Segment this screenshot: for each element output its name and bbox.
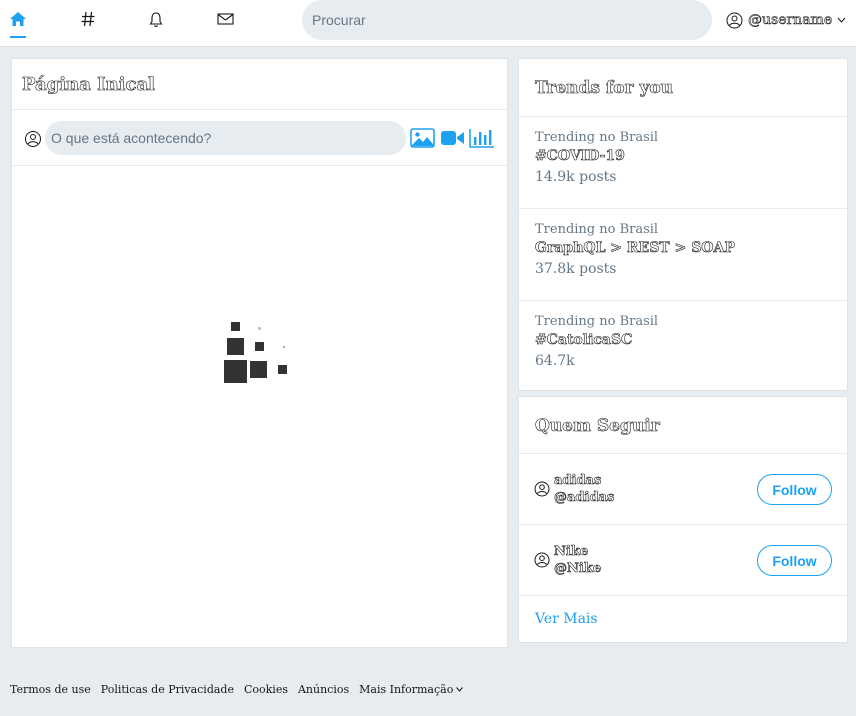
footer-more-info-label: Mais Informação	[359, 683, 454, 696]
follow-user-names: adidas @adidas	[554, 472, 615, 506]
follow-user-name[interactable]: adidas	[554, 472, 614, 489]
follow-button[interactable]: Follow	[757, 474, 832, 505]
footer-link-privacy[interactable]: Politicas de Privacidade	[101, 683, 234, 696]
footer-link-ads[interactable]: Anúncios	[298, 683, 349, 696]
trends-card: Trends for you Trending no Brasil #COVID…	[518, 58, 848, 391]
user-avatar-icon	[726, 12, 743, 28]
username-label: @username	[748, 12, 833, 29]
trends-header: Trends for you	[519, 59, 847, 117]
poll-icon[interactable]	[469, 127, 495, 149]
trend-context: Trending no Brasil	[535, 130, 659, 145]
user-avatar-icon	[25, 131, 41, 147]
image-icon[interactable]	[410, 127, 435, 149]
who-to-follow-card: Quem Seguir adidas @adidas Follow Nike @…	[518, 396, 848, 643]
timeline-card: Página Inical	[11, 58, 508, 648]
follow-user-names: Nike @Nike	[554, 543, 602, 577]
page-title: Página Inical	[22, 73, 156, 95]
home-icon[interactable]	[8, 9, 28, 38]
trends-title: Trends for you	[535, 78, 674, 99]
follow-user-handle[interactable]: @Nike	[554, 560, 602, 577]
footer-link-terms[interactable]: Termos de use	[10, 683, 91, 696]
compose-input[interactable]	[45, 121, 406, 155]
follow-user-name[interactable]: Nike	[554, 543, 601, 560]
video-icon[interactable]	[440, 127, 465, 149]
trend-count: 14.9k posts	[535, 169, 617, 185]
who-to-follow-title: Quem Seguir	[535, 416, 660, 437]
user-avatar-icon	[534, 552, 550, 568]
follow-user-handle[interactable]: @adidas	[554, 489, 615, 506]
bell-icon[interactable]	[146, 9, 166, 29]
follow-button[interactable]: Follow	[757, 545, 832, 576]
who-to-follow-header: Quem Seguir	[519, 397, 847, 454]
footer: Termos de use Politicas de Privacidade C…	[10, 683, 464, 696]
timeline-header: Página Inical	[12, 59, 507, 110]
trend-item[interactable]: Trending no Brasil GraphQL > REST > SOAP…	[519, 209, 847, 301]
trend-count: 64.7k	[535, 353, 575, 369]
chevron-down-icon	[456, 687, 464, 692]
compose-box	[12, 110, 507, 166]
trend-item[interactable]: Trending no Brasil #COVID-19 14.9k posts	[519, 117, 847, 209]
footer-more-info[interactable]: Mais Informação	[359, 683, 464, 696]
user-avatar-icon	[534, 481, 550, 497]
follow-suggestion: Nike @Nike Follow	[519, 525, 847, 596]
search-input[interactable]	[302, 0, 712, 40]
see-more-link[interactable]: Ver Mais	[535, 611, 598, 627]
footer-link-cookies[interactable]: Cookies	[244, 683, 288, 696]
hashtag-icon[interactable]	[78, 9, 98, 29]
trend-item[interactable]: Trending no Brasil #CatolicaSC 64.7k	[519, 301, 847, 393]
trend-name: GraphQL > REST > SOAP	[535, 240, 736, 257]
trend-context: Trending no Brasil	[535, 222, 659, 237]
mail-icon[interactable]	[215, 9, 235, 29]
user-menu[interactable]: @username	[726, 10, 846, 30]
trend-name: #COVID-19	[535, 148, 626, 165]
chevron-down-icon	[837, 17, 846, 23]
trend-count: 37.8k posts	[535, 261, 617, 277]
trend-context: Trending no Brasil	[535, 314, 659, 329]
follow-suggestion: adidas @adidas Follow	[519, 454, 847, 525]
loading-spinner	[224, 322, 294, 387]
trend-name: #CatolicaSC	[535, 332, 633, 349]
top-navigation-bar: @username	[0, 0, 856, 47]
